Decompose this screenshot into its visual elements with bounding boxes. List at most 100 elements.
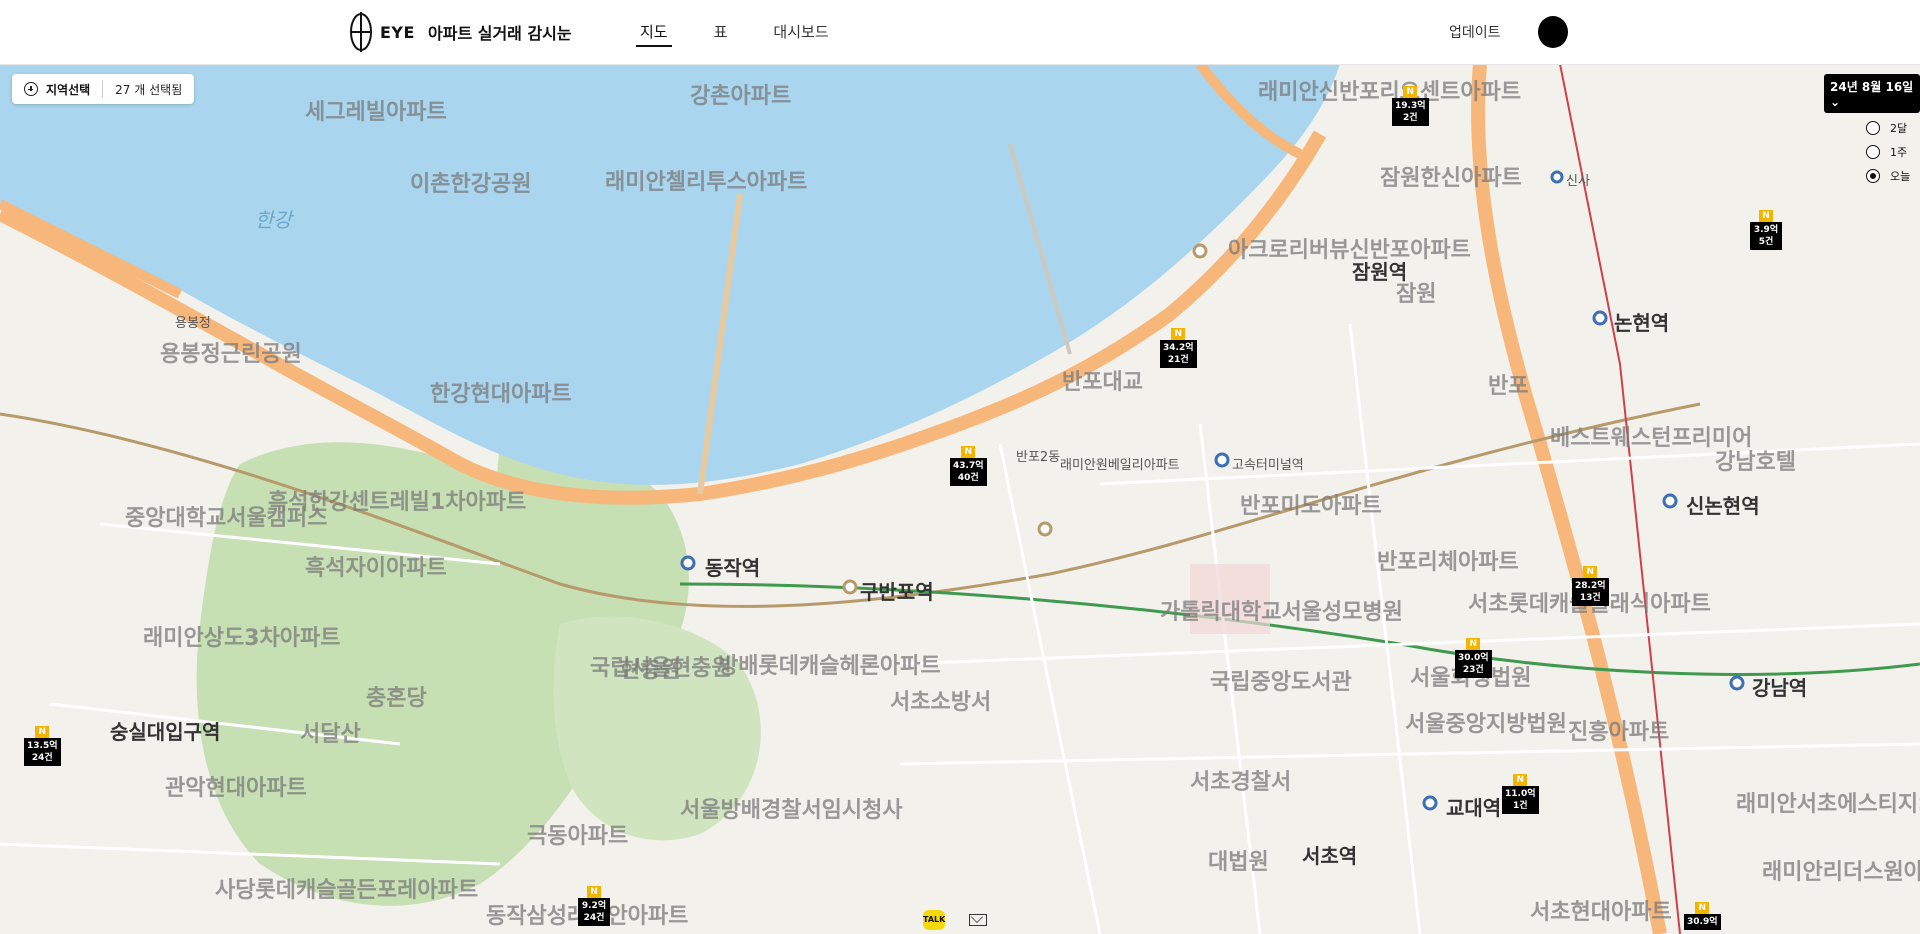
map-label: 가톨릭대학교서울성모병원 (1160, 600, 1403, 625)
map-label: 국립중앙도서관 (1210, 670, 1352, 695)
date-filter-button[interactable]: 24년 8월 16일 ⌄ (1824, 74, 1920, 113)
map-canvas[interactable]: 세그레빌아파트 강촌아파트 이촌한강공원 래미안첼리투스아파트 한강현대아파트 … (0, 64, 1920, 934)
map-label: 서초현대아파트 (1530, 900, 1672, 925)
map-label: 대법원 (1208, 850, 1269, 875)
new-badge-icon: N (35, 726, 50, 738)
map-label: 래미안신반포리오센트아파트 (1258, 80, 1522, 105)
map-label: 방배롯데캐슬헤론아파트 (718, 654, 941, 679)
map-label: 아크로리버뷰신반포아파트 (1228, 238, 1471, 263)
marker-count: 24건 (31, 753, 53, 763)
map-label: 관악현대아파트 (165, 776, 307, 801)
marker-count: 21건 (1167, 355, 1189, 365)
map-label: 한강현대아파트 (430, 382, 572, 407)
map-label: 이촌한강공원 (410, 172, 532, 197)
map-label: 극동아파트 (527, 824, 629, 849)
map-label: 반포 (1488, 374, 1529, 399)
station-label: 구반포역 (860, 580, 934, 604)
update-button[interactable]: 업데이트 (1449, 22, 1501, 42)
new-badge-icon: N (1759, 210, 1773, 222)
nav-table-tab[interactable]: 표 (710, 18, 732, 47)
new-badge-icon: N (1695, 902, 1710, 914)
period-option-today[interactable]: 오늘 (1866, 164, 1910, 188)
station-label: 신논현역 (1686, 494, 1760, 518)
new-badge-icon: N (1403, 86, 1418, 98)
price-marker[interactable]: N 28.2억 13건 (1572, 566, 1609, 606)
map-label: 잠원 (1396, 282, 1437, 307)
marker-count: 5건 (1758, 237, 1774, 247)
map-label: 래미안리더스원아파트 (1762, 860, 1920, 885)
new-badge-icon: N (1171, 328, 1186, 340)
marker-price: 34.2억 (1163, 343, 1194, 353)
avatar[interactable] (1538, 16, 1568, 48)
map-label: 래미안원베일리아파트 (1060, 458, 1180, 473)
map-label: 중앙대학교서울캠퍼스 (125, 506, 328, 531)
map-label: 반포리체아파트 (1377, 550, 1519, 575)
marker-price: 30.0억 (1458, 653, 1489, 663)
marker-price: 11.0억 (1505, 789, 1536, 799)
price-marker[interactable]: N 30.0억 23건 (1455, 638, 1492, 678)
marker-price: 13.5억 (27, 741, 58, 751)
price-marker[interactable]: N 13.5억 24건 (24, 726, 61, 766)
map-label: 진흥아파트 (1568, 720, 1670, 745)
marker-count: 1건 (1512, 801, 1528, 811)
region-select-label: 지역선택 (46, 82, 91, 97)
marker-count: 24건 (583, 913, 605, 923)
radio-checked-icon (1866, 169, 1880, 183)
station-label: 고속터미널역 (1232, 458, 1304, 473)
map-label: 반포대교 (1062, 370, 1143, 395)
marker-count: 13건 (1579, 593, 1601, 603)
period-option-label: 오늘 (1890, 170, 1911, 183)
map-label: 흑석자이아파트 (305, 556, 447, 581)
nav-dashboard-tab[interactable]: 대시보드 (769, 18, 832, 47)
map-label: 잠원한신아파트 (1380, 166, 1522, 191)
main-nav: 지도 표 대시보드 (636, 18, 833, 47)
river-label: 한강 (255, 208, 292, 232)
map-label: 서달산 (300, 722, 361, 747)
station-label: 논현역 (1614, 311, 1670, 335)
marker-price: 30.9억 (1687, 917, 1718, 927)
new-badge-icon: N (1513, 774, 1528, 786)
station-label: 신사 (1566, 174, 1590, 189)
mail-icon[interactable] (969, 914, 987, 926)
price-marker[interactable]: N 30.9억 (1684, 902, 1721, 930)
map-label: 래미안서초에스티지S아파트 (1736, 792, 1920, 817)
map-label: 서울방배경찰서임시청사 (680, 798, 903, 823)
kakao-talk-icon[interactable]: TALK (923, 910, 945, 930)
region-count: 27 개 선택됨 (115, 82, 183, 97)
new-badge-icon: N (1583, 566, 1598, 578)
map-label: 강촌아파트 (690, 84, 792, 109)
marker-price: 28.2억 (1575, 581, 1606, 591)
period-option-label: 1주 (1890, 146, 1908, 159)
period-option-2months[interactable]: 2달 (1866, 116, 1910, 140)
logo-text: EYE (380, 22, 415, 42)
period-option-1week[interactable]: 1주 (1866, 140, 1910, 164)
price-marker[interactable]: N 34.2억 21건 (1160, 328, 1197, 368)
logo-mark-icon (350, 12, 372, 52)
region-selector: 지역선택 27 개 선택됨 (12, 74, 195, 104)
station-label: 서초역 (1302, 844, 1358, 868)
price-marker[interactable]: N 11.0억 1건 (1502, 774, 1539, 814)
new-badge-icon: N (587, 886, 601, 898)
region-select-button[interactable]: 지역선택 (24, 81, 90, 98)
period-radio-group: 2달 1주 오늘 (1866, 116, 1910, 188)
station-label: 교대역 (1446, 796, 1502, 820)
marker-count: 23건 (1462, 665, 1484, 675)
new-badge-icon: N (961, 446, 976, 458)
price-marker[interactable]: N 19.3억 2건 (1392, 86, 1429, 126)
map-label: 서울중앙지방법원 (1405, 712, 1567, 737)
radio-icon (1866, 121, 1880, 135)
logo[interactable]: EYE (348, 10, 415, 54)
price-marker[interactable]: N 3.9억 5건 (1750, 210, 1782, 250)
marker-price: 19.3억 (1395, 101, 1426, 111)
marker-price: 3.9억 (1753, 225, 1779, 235)
radio-icon (1866, 145, 1880, 159)
divider (102, 80, 104, 98)
nav-map-tab[interactable]: 지도 (636, 18, 672, 47)
map-label: 서초경찰서 (1190, 770, 1292, 795)
add-circle-icon (24, 82, 38, 96)
price-marker[interactable]: N 9.2억 24건 (578, 886, 610, 926)
map-label: 서초소방서 (890, 690, 992, 715)
map-label: 국립서울현충원 (590, 656, 732, 681)
station-label: 강남역 (1752, 676, 1808, 700)
price-marker[interactable]: N 43.7억 40건 (950, 446, 987, 486)
